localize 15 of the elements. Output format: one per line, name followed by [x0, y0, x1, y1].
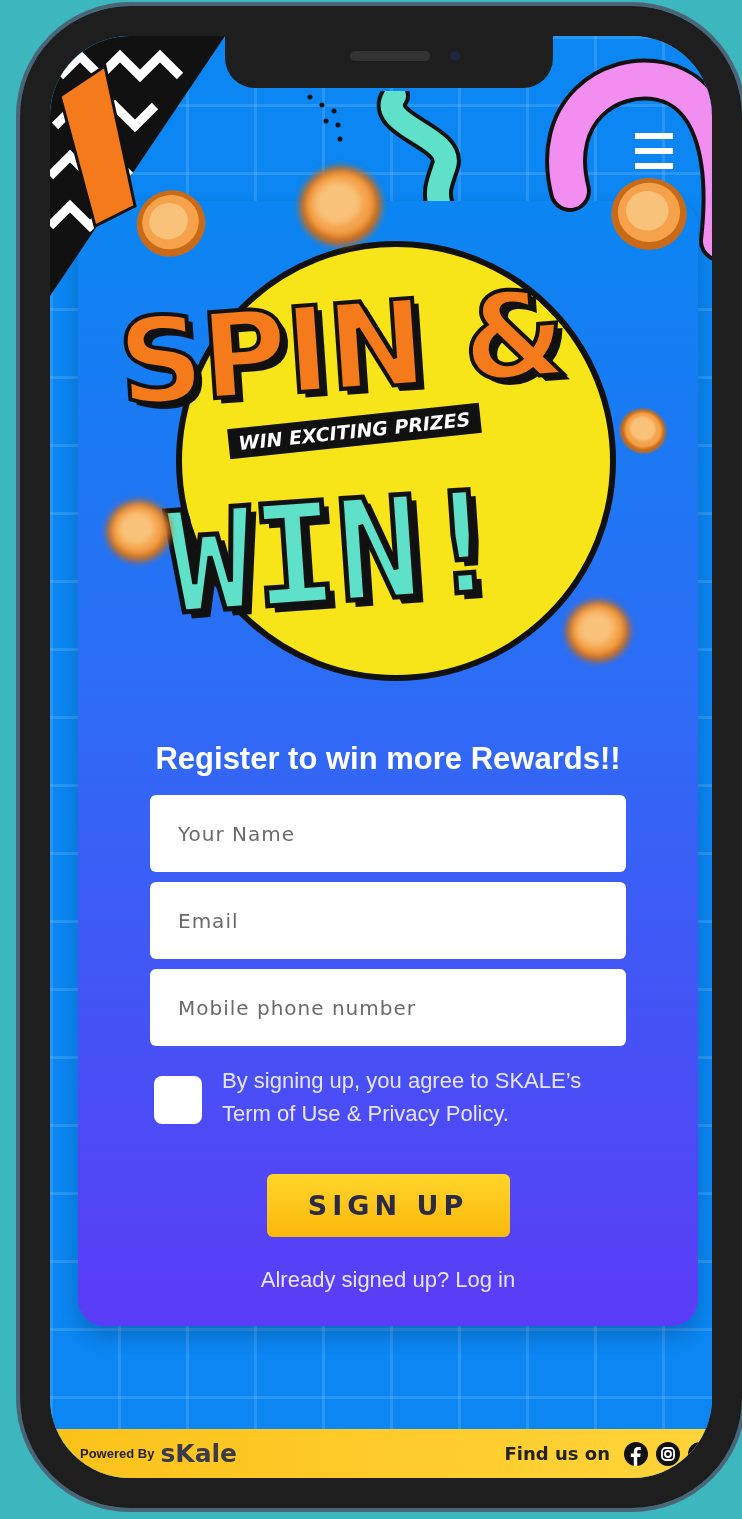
login-link[interactable]: Already signed up? Log in — [260, 1267, 516, 1293]
instagram-icon[interactable] — [656, 1441, 680, 1466]
form-heading: Register to win more Rewards!! — [155, 741, 621, 777]
consent-checkbox[interactable] — [154, 1076, 202, 1124]
facebook-icon[interactable] — [624, 1441, 648, 1466]
banner-title: WIN! — [162, 459, 511, 646]
menu-icon[interactable] — [635, 131, 673, 171]
input-field[interactable]: Mobile phone number — [150, 969, 626, 1046]
input-field[interactable]: Your Name — [150, 795, 626, 872]
sign-up-button[interactable]: SIGN UP — [266, 1174, 510, 1237]
find-us-label: Find us on — [504, 1443, 610, 1464]
powered-by-label: Powered By — [80, 1446, 155, 1461]
consent-text: By signing up, you agree to SKALE’s Term of Use & Privacy Policy. — [222, 1067, 583, 1128]
input-field[interactable]: Email — [150, 882, 626, 959]
brand-logo: sKale — [160, 1439, 238, 1468]
